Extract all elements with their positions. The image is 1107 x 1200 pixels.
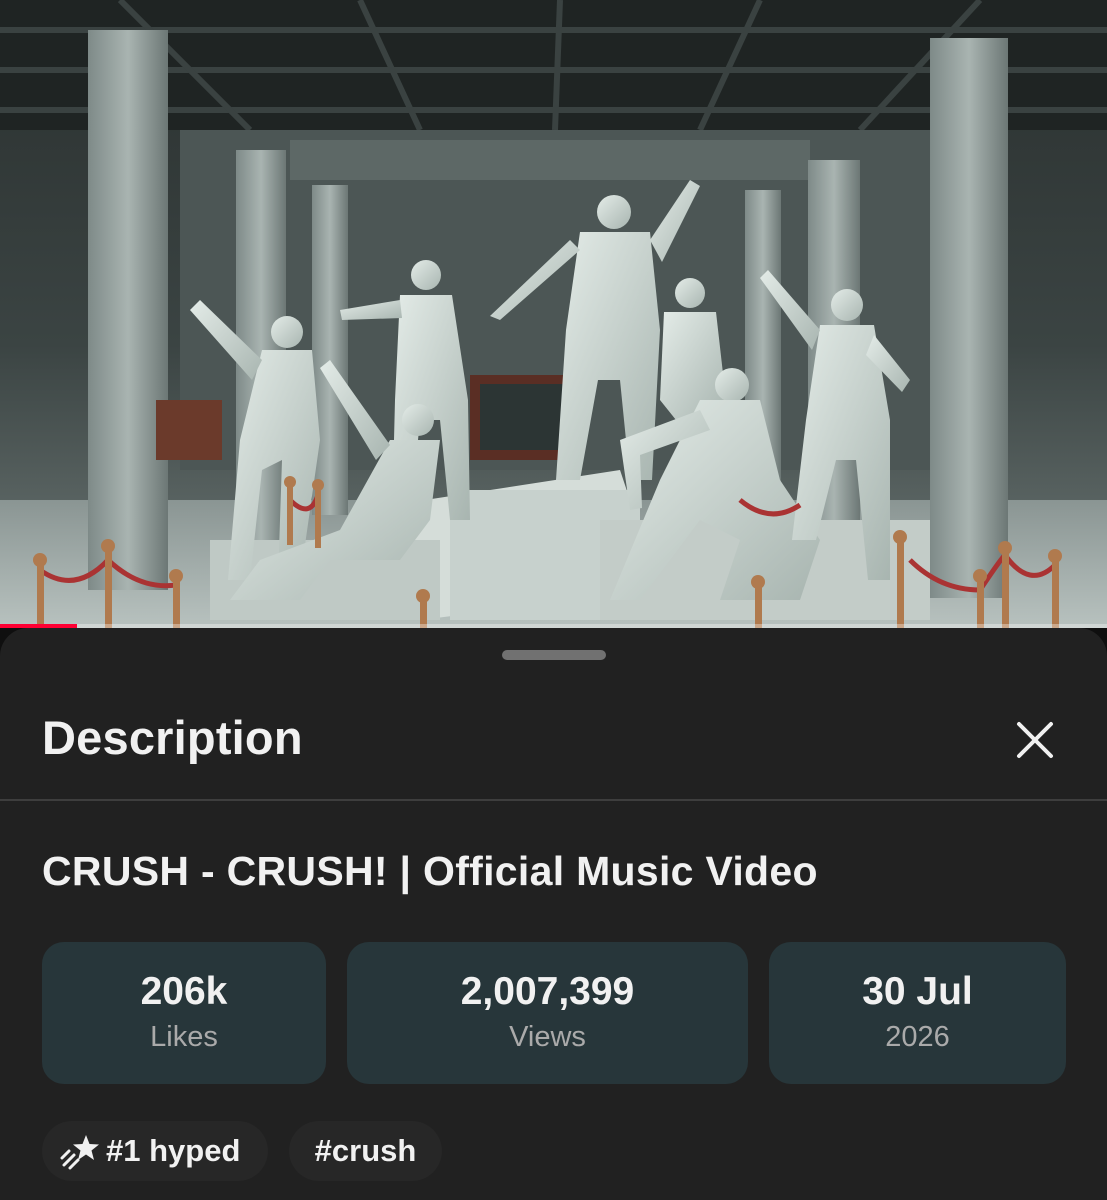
crush-hashtag-chip[interactable]: #crush xyxy=(289,1121,442,1181)
tag-chips: #1 hyped #crush xyxy=(42,1121,1072,1181)
close-button[interactable] xyxy=(1003,708,1067,772)
likes-label: Likes xyxy=(150,1021,218,1053)
video-frame-image xyxy=(0,0,1107,628)
views-count: 2,007,399 xyxy=(460,970,635,1013)
sheet-title: Description xyxy=(42,711,303,764)
video-player[interactable] xyxy=(0,0,1107,628)
drag-handle[interactable] xyxy=(502,650,606,660)
views-stat: 2,007,399 Views xyxy=(347,942,748,1084)
publish-year: 2026 xyxy=(885,1021,950,1053)
divider xyxy=(0,799,1107,801)
hyped-chip-label: #1 hyped xyxy=(106,1133,241,1168)
description-sheet: Description CRUSH - CRUSH! | Official Mu… xyxy=(0,628,1107,1200)
likes-count: 206k xyxy=(140,970,228,1013)
likes-stat: 206k Likes xyxy=(42,942,326,1084)
stats-row: 206k Likes 2,007,399 Views 30 Jul 2026 xyxy=(42,942,1066,1084)
publish-date: 30 Jul xyxy=(862,970,973,1013)
page: Description CRUSH - CRUSH! | Official Mu… xyxy=(0,0,1107,1200)
close-icon xyxy=(1017,722,1053,758)
hype-star-icon xyxy=(60,1131,100,1171)
views-label: Views xyxy=(509,1021,586,1053)
hyped-chip[interactable]: #1 hyped xyxy=(42,1121,268,1181)
video-title: CRUSH - CRUSH! | Official Music Video xyxy=(42,848,818,894)
date-stat: 30 Jul 2026 xyxy=(769,942,1066,1084)
crush-hashtag-label: #crush xyxy=(314,1133,417,1168)
